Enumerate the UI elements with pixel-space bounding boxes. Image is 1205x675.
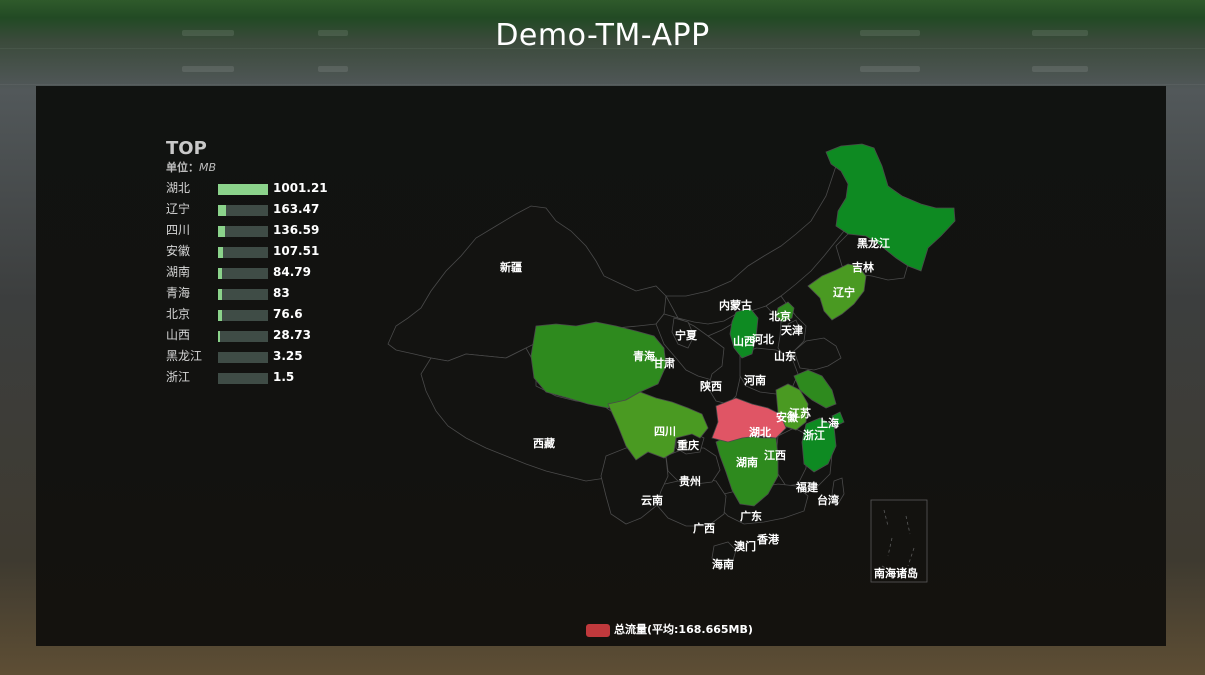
rank-bar <box>218 352 268 363</box>
rank-bar-fill <box>218 289 222 300</box>
label-beijing: 北京 <box>769 309 791 323</box>
label-qinghai: 青海 <box>633 349 655 363</box>
rank-bar-fill <box>218 268 222 279</box>
label-jiangxi: 江西 <box>764 448 786 462</box>
rank-row: 北京 76.6 <box>166 304 366 325</box>
rank-row: 安徽 107.51 <box>166 241 366 262</box>
label-shanghai: 上海 <box>817 416 839 430</box>
map-legend[interactable]: 总流量(平均:168.665MB) <box>586 622 753 638</box>
rank-bar <box>218 289 268 300</box>
label-neimenggu: 内蒙古 <box>719 298 752 312</box>
unit-row: 单位：MB <box>166 161 366 175</box>
rank-bar <box>218 226 268 237</box>
rank-row: 湖南 84.79 <box>166 262 366 283</box>
rank-name: 青海 <box>166 286 191 300</box>
label-hubei: 湖北 <box>749 425 771 439</box>
top-title: TOP <box>166 138 207 159</box>
rank-bar-fill <box>218 184 268 195</box>
label-south-china-sea: 南海诸岛 <box>874 566 918 580</box>
label-xizang: 西藏 <box>533 436 555 450</box>
label-fujian: 福建 <box>795 480 819 494</box>
rank-row: 黑龙江 3.25 <box>166 346 366 367</box>
rank-name: 山西 <box>166 328 191 342</box>
rank-name: 安徽 <box>166 244 191 258</box>
label-xinjiang: 新疆 <box>500 260 522 274</box>
label-guizhou: 贵州 <box>679 474 701 488</box>
rank-list: 湖北 1001.21 辽宁 163.47 四川 136.59 安徽 107.51… <box>166 178 366 388</box>
rank-row: 山西 28.73 <box>166 325 366 346</box>
rank-value: 107.51 <box>273 244 320 258</box>
rank-value: 83 <box>273 286 290 300</box>
rank-row: 辽宁 163.47 <box>166 199 366 220</box>
label-jilin: 吉林 <box>852 260 874 274</box>
rank-bar <box>218 373 268 384</box>
rank-name: 湖北 <box>166 181 191 195</box>
rank-value: 28.73 <box>273 328 311 342</box>
legend-label: 总流量(平均:168.665MB) <box>614 623 753 636</box>
label-taiwan: 台湾 <box>817 493 839 507</box>
rank-name: 辽宁 <box>166 202 191 216</box>
rank-name: 湖南 <box>166 265 191 279</box>
inset-dashes <box>881 509 917 575</box>
rank-value: 1.5 <box>273 370 295 384</box>
label-ningxia: 宁夏 <box>675 328 698 342</box>
label-heilongjiang: 黑龙江 <box>857 236 890 250</box>
rank-bar-fill <box>218 247 223 258</box>
label-hunan: 湖南 <box>736 455 758 469</box>
label-henan: 河南 <box>744 373 766 387</box>
label-liaoning: 辽宁 <box>833 285 855 299</box>
rank-row: 青海 83 <box>166 283 366 304</box>
rank-bar-fill <box>218 205 226 216</box>
label-guangdong: 广东 <box>740 509 762 523</box>
label-hainan: 海南 <box>712 557 734 571</box>
label-sichuan: 四川 <box>654 425 676 438</box>
rank-value: 84.79 <box>273 265 311 279</box>
label-tianjin: 天津 <box>781 323 803 337</box>
map-panel: 新疆 西藏 青海 甘肃 宁夏 内蒙古 陕西 四川 重庆 云南 贵州 广西 广东 … <box>36 86 1166 646</box>
rank-value: 136.59 <box>273 223 320 237</box>
rank-value: 76.6 <box>273 307 303 321</box>
rank-bar <box>218 268 268 279</box>
rank-name: 北京 <box>166 307 191 321</box>
rank-name: 浙江 <box>166 370 191 384</box>
rank-row: 浙江 1.5 <box>166 367 366 388</box>
label-guangxi: 广西 <box>693 521 715 535</box>
rank-name: 四川 <box>166 223 191 237</box>
rank-bar <box>218 331 268 342</box>
label-anhui: 安徽 <box>776 410 799 424</box>
rank-bar-fill <box>218 226 225 237</box>
label-macau: 澳门 <box>734 539 756 553</box>
rank-bar <box>218 247 268 258</box>
page-title: Demo-TM-APP <box>495 18 710 53</box>
rank-bar <box>218 205 268 216</box>
label-yunnan: 云南 <box>641 493 663 507</box>
label-hebei: 河北 <box>752 332 774 346</box>
rank-row: 四川 136.59 <box>166 220 366 241</box>
rank-bar <box>218 184 268 195</box>
label-hongkong: 香港 <box>756 532 780 546</box>
label-gansu: 甘肃 <box>653 356 675 370</box>
label-shaanxi: 陕西 <box>700 379 722 393</box>
rank-value: 1001.21 <box>273 181 328 195</box>
rank-value: 3.25 <box>273 349 303 363</box>
rank-value: 163.47 <box>273 202 320 216</box>
top-ranking: TOP 单位：MB 湖北 1001.21 辽宁 163.47 四川 136.59… <box>166 138 366 388</box>
unit-label: 单位： <box>166 161 199 174</box>
unit-value: MB <box>199 161 217 174</box>
legend-swatch <box>586 623 610 637</box>
rank-bar-fill <box>218 331 220 342</box>
label-shandong: 山东 <box>774 349 796 363</box>
rank-bar-fill <box>218 310 222 321</box>
rank-bar <box>218 310 268 321</box>
label-chongqing: 重庆 <box>677 438 699 452</box>
label-zhejiang: 浙江 <box>803 428 825 442</box>
rank-row: 湖北 1001.21 <box>166 178 366 199</box>
rank-name: 黑龙江 <box>166 349 203 363</box>
